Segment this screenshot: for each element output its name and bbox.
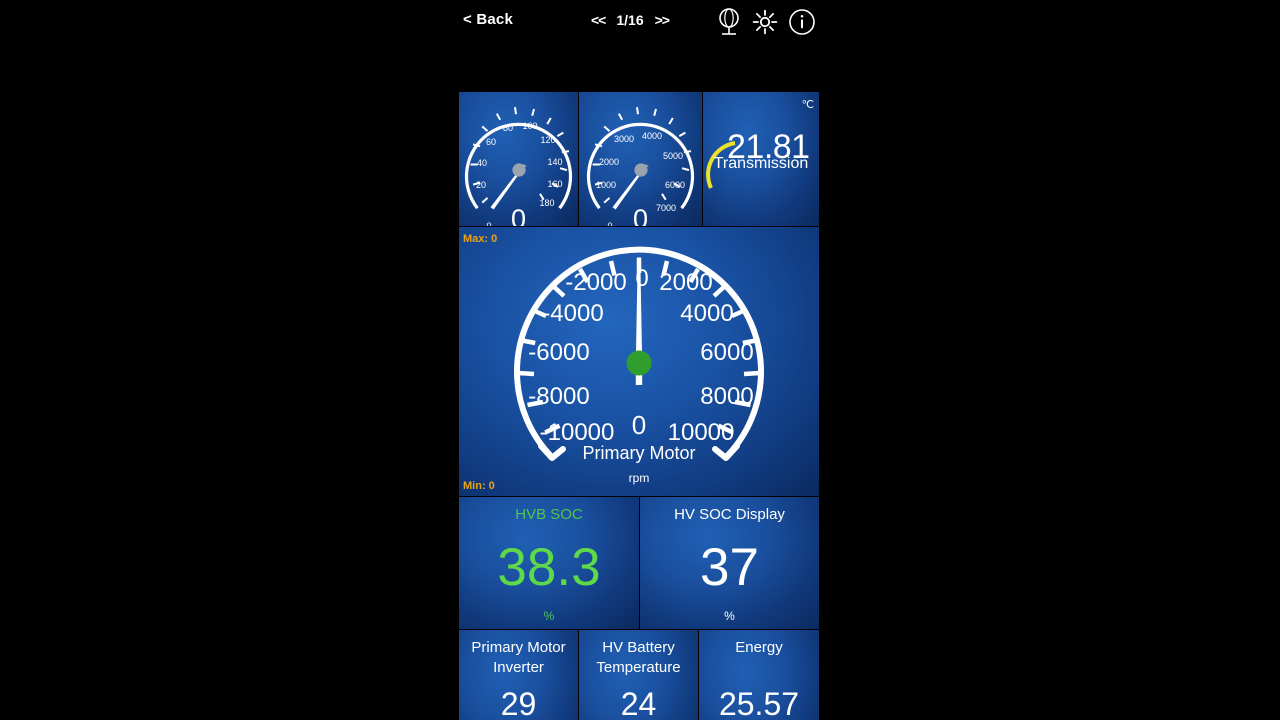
tile-hv-soc-display[interactable]: HV SOC Display 37 % [640,497,819,629]
top-navigation-bar: < Back << 1/16 >> [458,0,820,46]
page-indicator: 1/16 [616,12,644,28]
hvb-soc-value: 38.3 [497,538,601,597]
pm-tick-neg2000: -2000 [565,269,626,296]
energy-value: 25.57 [718,686,800,720]
energy-title: Energy [735,639,783,656]
primary-motor-inverter-title: Primary Motor Inverter [471,639,566,676]
pm-tick-8000: 8000 [700,383,753,410]
tile-hv-battery-temperature[interactable]: HV Battery Temperature 24 ℃ [579,630,698,720]
pm-tick-4000: 4000 [680,300,733,327]
phone-viewport: < Back << 1/16 >> 0 20 40 60 80 100 120 … [458,0,820,720]
hv-battery-temperature-value: 24 [620,686,657,720]
engine-value: 0 [632,204,649,226]
gear-icon[interactable] [751,8,779,36]
engine-tick-5000: 5000 [663,151,683,161]
gauge-panel-speed[interactable]: 0 20 40 60 80 100 120 140 160 180 0 [459,92,578,226]
screen-root: < Back << 1/16 >> 0 20 40 60 80 100 120 … [0,0,1280,720]
speed-tick-20: 20 [476,180,486,190]
speed-tick-120: 120 [540,135,555,145]
speed-tick-100: 100 [522,121,537,131]
previous-page-button[interactable]: << [591,12,606,28]
gauge-panel-engine[interactable]: 0 1000 2000 3000 4000 5000 6000 7000 0 E… [579,92,702,226]
speed-tick-60: 60 [486,137,496,147]
back-button[interactable]: < Back [463,11,513,28]
tile-primary-motor-inverter[interactable]: Primary Motor Inverter 29 ℃ [459,630,578,720]
hvb-soc-title: HVB SOC [515,506,583,523]
speed-tick-80: 80 [503,123,513,133]
speed-value: 0 [510,204,527,226]
hvb-soc-unit: % [543,609,555,623]
hv-soc-display-value: 37 [700,538,759,597]
pm-tick-2000: 2000 [659,269,712,296]
engine-tick-6000: 6000 [665,180,685,190]
speed-tick-160: 160 [547,179,562,189]
hv-soc-display-title: HV SOC Display [674,506,785,523]
hv-soc-display-unit: % [724,609,735,623]
pm-tick-neg6000: -6000 [528,339,589,366]
gauge-panel-primary-motor[interactable]: Max: 0 Min: 0 -2000 -4000 -6000 -8000 -1… [459,227,819,496]
primary-motor-title: Primary Motor [582,443,696,463]
engine-tick-4000: 4000 [642,131,662,141]
dashboard-grid: 0 20 40 60 80 100 120 140 160 180 0 0 10… [458,46,820,720]
primary-motor-inverter-value: 29 [500,686,537,720]
engine-tick-1000: 1000 [596,180,616,190]
engine-tick-3000: 3000 [614,134,634,144]
speed-tick-40: 40 [477,158,487,168]
pm-tick-neg4000: -4000 [542,300,603,327]
tile-hvb-soc[interactable]: HVB SOC 38.3 % [459,497,639,629]
primary-motor-unit: rpm [628,471,650,485]
tile-energy[interactable]: Energy 25.57 kWh [699,630,819,720]
info-icon[interactable] [788,8,816,36]
topbar-icon-group [716,7,816,37]
primary-motor-value: 0 [631,410,647,440]
primary-motor-hub [626,350,652,376]
pm-tick-neg8000: -8000 [528,383,589,410]
speed-tick-140: 140 [547,157,562,167]
engine-tick-2000: 2000 [599,157,619,167]
pm-tick-6000: 6000 [700,339,753,366]
gauge-panel-transmission[interactable]: ℃ 21.81 Transmission [703,92,819,226]
transmission-title: Transmission [713,155,809,172]
globe-stand-icon[interactable] [716,7,742,37]
next-page-button[interactable]: >> [655,12,670,28]
hv-battery-temperature-title: HV Battery Temperature [596,639,681,676]
page-navigation: << 1/16 >> [591,12,670,28]
